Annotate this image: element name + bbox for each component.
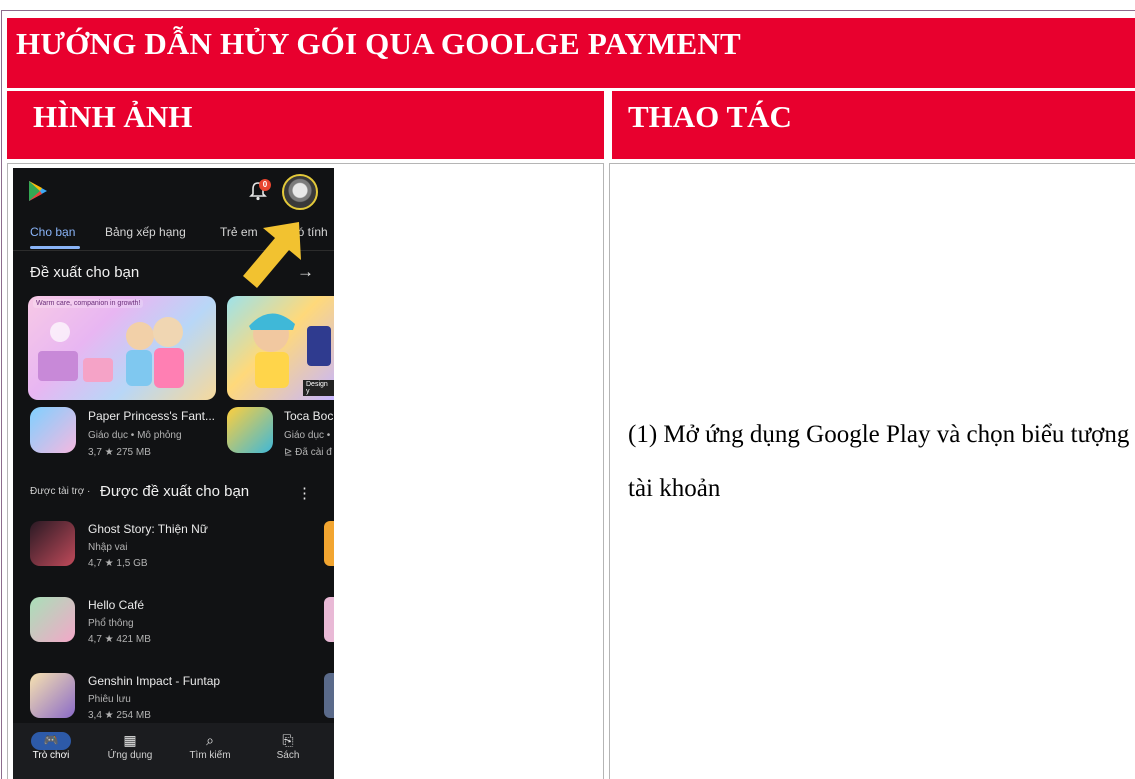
- apps-grid-icon: ▦: [123, 732, 137, 748]
- app-icon-hello-cafe[interactable]: [30, 597, 75, 642]
- nav-label-games: Trò chơi: [32, 750, 70, 761]
- list-app-meta-3: 3,4 ★ 254 MB: [88, 710, 151, 721]
- document-page: HƯỚNG DẪN HỦY GÓI QUA GOOLGE PAYMENT HÌN…: [0, 0, 1135, 779]
- tab-cho-ban[interactable]: Cho bạn: [30, 225, 75, 239]
- search-icon: ⌕: [206, 732, 214, 748]
- app-icon-paper-princess[interactable]: [30, 407, 76, 453]
- gamepad-icon: 🎮: [43, 733, 59, 747]
- nav-item-games[interactable]: 🎮 Trò chơi: [21, 730, 81, 761]
- nav-label-search: Tìm kiếm: [189, 750, 231, 761]
- sponsored-section-title: Được đề xuất cho bạn: [100, 483, 250, 500]
- account-avatar[interactable]: [282, 174, 318, 210]
- list-app-name-1[interactable]: Ghost Story: Thiện Nữ: [88, 522, 208, 536]
- title-banner: HƯỚNG DẪN HỦY GÓI QUA GOOLGE PAYMENT: [7, 18, 1135, 88]
- column-header-image-label: HÌNH ẢNH: [33, 99, 193, 134]
- featured-app-category-2: Giáo dục •: [284, 430, 331, 441]
- active-tab-indicator: [30, 246, 80, 249]
- featured-app-meta-1: 3,7 ★ 275 MB: [88, 447, 151, 458]
- list-app-genre-2: Phổ thông: [88, 618, 134, 629]
- google-play-logo-icon: [29, 181, 47, 201]
- list-edge-icon-1: [324, 521, 334, 566]
- action-cell: (1) Mở ứng dụng Google Play và chọn biểu…: [609, 163, 1135, 779]
- nav-label-books: Sách: [276, 750, 300, 761]
- more-options-icon[interactable]: ⋮: [297, 484, 312, 502]
- list-app-meta-2: 4,7 ★ 421 MB: [88, 634, 151, 645]
- yellow-pointer-arrow-icon: [243, 222, 301, 288]
- nav-item-books[interactable]: ⎘ Sách: [258, 730, 318, 761]
- app-icon-ghost-story[interactable]: [30, 521, 75, 566]
- nav-item-search[interactable]: ⌕ Tìm kiếm: [180, 730, 240, 761]
- list-app-genre-1: Nhập vai: [88, 542, 128, 553]
- list-app-name-3[interactable]: Genshin Impact - Funtap: [88, 674, 220, 688]
- list-app-genre-3: Phiêu lưu: [88, 694, 131, 705]
- section-more-arrow-icon[interactable]: →: [297, 262, 314, 282]
- document-title: HƯỚNG DẪN HỦY GÓI QUA GOOLGE PAYMENT: [16, 26, 741, 61]
- bookmark-icon: ⎘: [282, 732, 294, 748]
- nav-label-apps: Ứng dụng: [107, 750, 153, 761]
- banner-illustration: [38, 317, 184, 388]
- sponsored-label: Được tài trợ ·: [30, 486, 91, 497]
- featured-app-name-1[interactable]: Paper Princess's Fant...: [88, 409, 215, 423]
- featured-app-category-1: Giáo dục • Mô phỏng: [88, 430, 182, 441]
- featured-banner-paper-princess[interactable]: [28, 296, 216, 400]
- google-play-screenshot: 0 Cho bạn Bảng xếp hạng Trẻ em Có tính Đ…: [13, 168, 334, 779]
- list-edge-icon-3: [324, 673, 334, 718]
- list-app-meta-1: 4,7 ★ 1,5 GB: [88, 558, 148, 569]
- notification-badge: 0: [259, 179, 271, 191]
- step-1-instruction: (1) Mở ứng dụng Google Play và chọn biểu…: [628, 421, 1130, 502]
- column-header-image: HÌNH ẢNH: [7, 91, 604, 159]
- list-edge-icon-2: [324, 597, 334, 642]
- banner-tagline: Warm care, companion in growth!: [33, 299, 144, 308]
- banner-tagline-2: Design y: [303, 380, 334, 396]
- section-title-recommended: Đề xuất cho bạn: [30, 264, 140, 281]
- app-icon-toca-boca[interactable]: [227, 407, 273, 453]
- app-icon-genshin-impact[interactable]: [30, 673, 75, 718]
- column-header-action-label: THAO TÁC: [628, 99, 792, 134]
- nav-item-apps[interactable]: ▦ Ứng dụng: [100, 730, 160, 761]
- list-app-name-2[interactable]: Hello Café: [88, 598, 144, 612]
- featured-app-name-2[interactable]: Toca Boc: [284, 409, 333, 423]
- tab-bang-xep-hang[interactable]: Bảng xếp hạng: [105, 225, 186, 239]
- featured-app-meta-2: ⊵ Đã cài đ: [284, 447, 332, 458]
- column-header-action: THAO TÁC: [612, 91, 1135, 159]
